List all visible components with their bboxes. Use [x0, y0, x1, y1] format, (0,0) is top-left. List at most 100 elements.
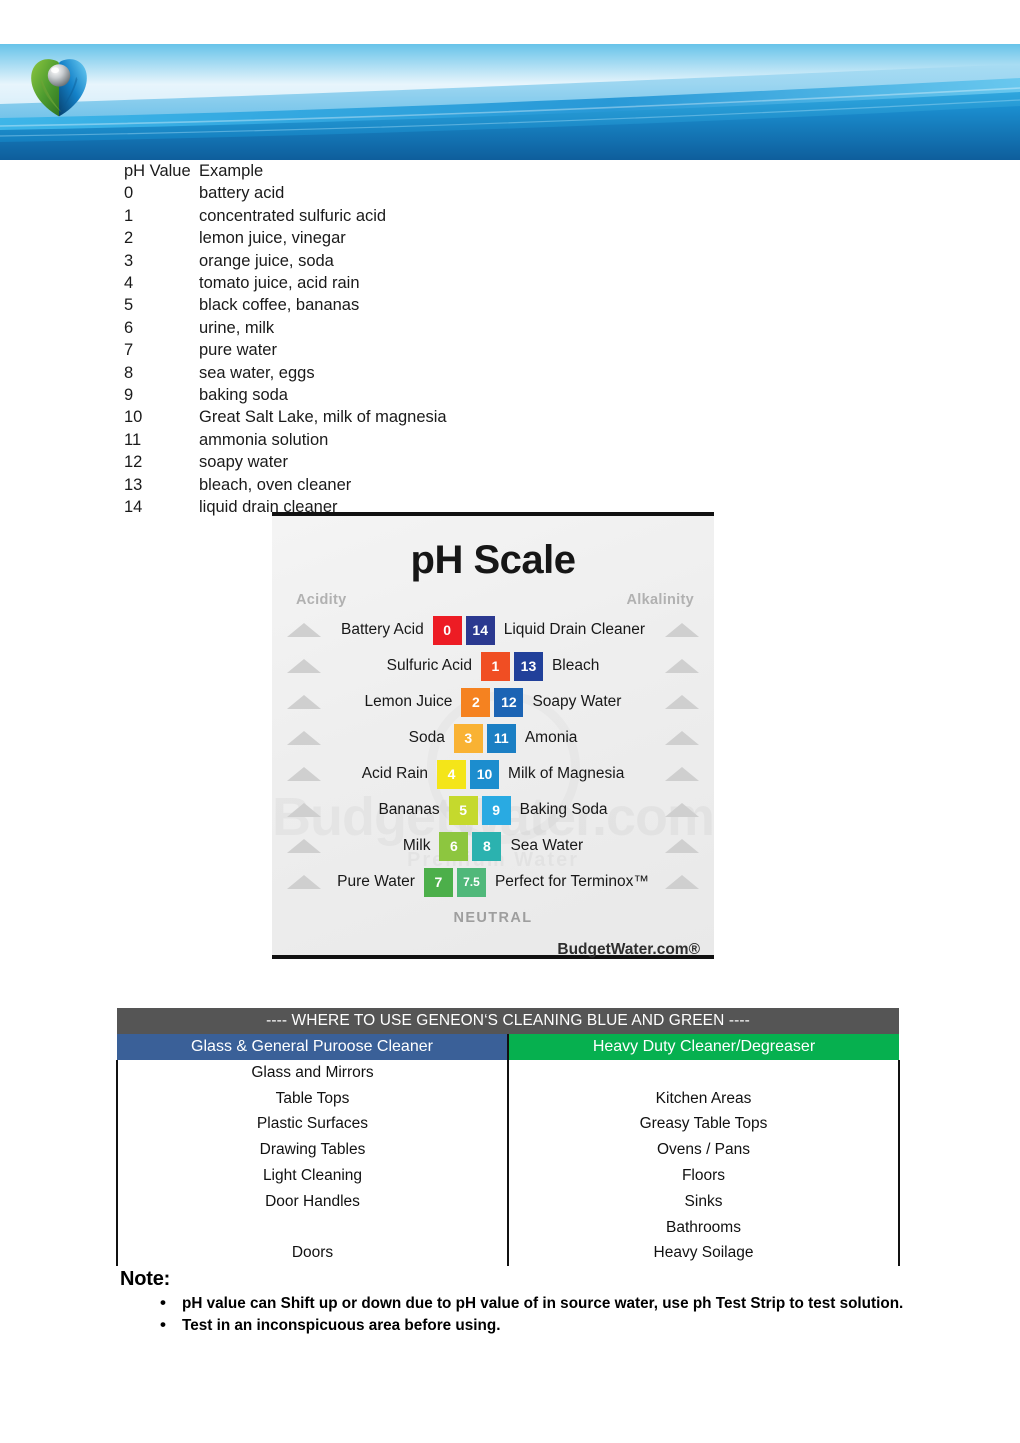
use-table-cell-green: Ovens / Pans	[508, 1137, 900, 1164]
ph-scale-left-label: Lemon Juice	[364, 693, 453, 710]
ph-scale-row: Battery Acid 0 14 Liquid Drain Cleaner	[272, 612, 714, 648]
ph-scale-row: Soda 3 11 Amonia	[272, 720, 714, 756]
ph-scale-base-chip: 9	[481, 795, 511, 825]
bullet-icon: •	[160, 1315, 166, 1334]
use-table-cell-blue: Drawing Tables	[116, 1137, 509, 1164]
ph-scale-right-label: Bleach	[551, 657, 600, 674]
table-row: Plastic Surfaces Greasy Table Tops	[116, 1111, 900, 1138]
ph-scale-acid-chip: 7	[423, 867, 453, 897]
ph-scale-left-label: Battery Acid	[340, 621, 424, 638]
ph-scale-base-chip: 8	[472, 831, 502, 861]
ph-list-row: 0 battery acid	[124, 182, 1020, 204]
ph-scale-base-chip: 10	[470, 759, 500, 789]
ph-scale-infographic: BudgetWater.com Premium Water pH Scale A…	[272, 512, 714, 959]
ph-row-value: 6	[124, 318, 134, 337]
ph-list-row: 6 urine, milk	[124, 317, 1020, 339]
use-table-cell-green: Heavy Soilage	[508, 1240, 900, 1267]
ph-scale-left-label: Bananas	[378, 801, 440, 818]
ph-scale-acid-chip: 3	[453, 723, 483, 753]
ph-row-value: 1	[124, 206, 134, 225]
ph-scale-right-label: Liquid Drain Cleaner	[503, 621, 646, 638]
ph-scale-base-chip: 12	[494, 687, 524, 717]
ph-row-value: 7	[124, 341, 134, 360]
alkalinity-arrow-icon	[650, 659, 714, 673]
ph-row-value: 0	[124, 184, 134, 203]
ph-list-row: 2 lemon juice, vinegar	[124, 227, 1020, 249]
acidity-arrow-icon	[272, 803, 336, 817]
ph-row-example: tomato juice, acid rain	[199, 274, 360, 293]
acidity-arrow-icon	[272, 695, 336, 709]
ph-list-row: 10 Great Salt Lake, milk of magnesia	[124, 406, 1020, 428]
ph-row-value: 14	[124, 498, 143, 517]
ph-row-value: 9	[124, 386, 134, 405]
table-row: Door Handles Sinks	[116, 1188, 900, 1215]
ph-scale-left-label: Milk	[402, 837, 431, 854]
ph-scale-right-label: Milk of Magnesia	[508, 765, 625, 782]
use-table-header-green: Heavy Duty Cleaner/Degreaser	[508, 1034, 899, 1060]
ph-scale-left-label: Soda	[408, 729, 445, 746]
ph-row-value: 13	[124, 475, 143, 494]
ph-scale-row: Sulfuric Acid 1 13 Bleach	[272, 648, 714, 684]
ph-scale-left-label: Acid Rain	[361, 765, 429, 782]
acidity-arrow-icon	[272, 623, 336, 637]
ph-scale-row: Lemon Juice 2 12 Soapy Water	[272, 684, 714, 720]
ph-scale-right-label: Perfect for Terminox™	[494, 873, 649, 890]
use-table-cell-blue: Table Tops	[116, 1085, 509, 1112]
use-table-cell-green: Floors	[508, 1163, 900, 1189]
table-row: Table Tops Kitchen Areas	[116, 1085, 900, 1112]
use-table-title: ---- WHERE TO USE GENEON‘S CLEANING BLUE…	[117, 1008, 899, 1034]
ph-row-example: battery acid	[199, 184, 285, 203]
ph-list-row: 12 soapy water	[124, 451, 1020, 473]
ph-scale-base-chip: 11	[486, 723, 516, 753]
ph-row-example: urine, milk	[199, 318, 275, 337]
ph-list-header-row: pH Value Example	[124, 160, 1020, 182]
use-table-cell-green	[508, 1060, 900, 1086]
note-heading: Note:	[120, 1268, 171, 1290]
use-table-cell-green: Kitchen Areas	[508, 1085, 900, 1112]
acidity-arrow-icon	[272, 767, 336, 781]
ph-row-value: 8	[124, 363, 134, 382]
ph-scale-row: Acid Rain 4 10 Milk of Magnesia	[272, 756, 714, 792]
banner-wave-graphic	[0, 0, 1020, 160]
use-table-cell-green: Sinks	[508, 1188, 900, 1215]
note-section: Note: • pH value can Shift up or down due…	[120, 1268, 920, 1338]
acidity-arrow-icon	[272, 839, 336, 853]
alkalinity-arrow-icon	[650, 803, 714, 817]
ph-value-reference-list: pH Value Example 0 battery acid 1 concentra…	[0, 160, 1020, 519]
table-row: Bathrooms	[116, 1214, 900, 1241]
use-table-cell-green: Greasy Table Tops	[508, 1111, 900, 1138]
ph-scale-row: Pure Water 7 7.5 Perfect for Terminox™	[272, 864, 714, 900]
acidity-arrow-icon	[272, 731, 336, 745]
ph-scale-rows: Battery Acid 0 14 Liquid Drain Cleaner Sulfu…	[272, 612, 714, 900]
ph-list-row: 4 tomato juice, acid rain	[124, 272, 1020, 294]
use-table-title-row: ---- WHERE TO USE GENEON‘S CLEANING BLUE…	[117, 1008, 899, 1034]
ph-list-row: 7 pure water	[124, 339, 1020, 361]
bullet-icon: •	[160, 1293, 166, 1312]
ph-row-example: sea water, eggs	[199, 363, 315, 382]
ph-list-row: 9 baking soda	[124, 384, 1020, 406]
use-table-body: Glass and Mirrors Table Tops Kitchen Area…	[116, 1060, 900, 1267]
ph-scale-right-label: Baking Soda	[519, 801, 608, 818]
ph-scale-acid-chip: 2	[461, 687, 491, 717]
ph-row-example: concentrated sulfuric acid	[199, 206, 387, 225]
ph-row-example: baking soda	[199, 386, 288, 405]
use-table-cell-blue: Doors	[116, 1240, 509, 1267]
note-bullet-item: • pH value can Shift up or down due to pH…	[120, 1293, 920, 1314]
ph-row-example: lemon juice, vinegar	[199, 229, 346, 248]
table-row: Drawing Tables Ovens / Pans	[116, 1137, 900, 1164]
ph-row-example: bleach, oven cleaner	[199, 475, 352, 494]
alkalinity-arrow-icon	[650, 623, 714, 637]
ph-row-example: black coffee, bananas	[199, 296, 360, 315]
where-to-use-table: ---- WHERE TO USE GENEON‘S CLEANING BLUE…	[116, 1008, 900, 1267]
neutral-marker-label: NEUTRAL	[453, 910, 533, 926]
use-table-header-blue: Glass & General Puroose Cleaner	[117, 1034, 509, 1060]
alkalinity-arrow-icon	[650, 875, 714, 889]
ph-scale-left-label: Sulfuric Acid	[386, 657, 472, 674]
page-content: pH Value Example 0 battery acid 1 concentra…	[0, 160, 1020, 1334]
ph-row-value: 3	[124, 251, 134, 270]
ph-row-example: pure water	[199, 341, 277, 360]
ph-row-value: 11	[124, 430, 142, 449]
ph-row-value: 5	[124, 296, 134, 315]
ph-row-value: 4	[124, 274, 134, 293]
ph-scale-acid-chip: 6	[439, 831, 469, 861]
